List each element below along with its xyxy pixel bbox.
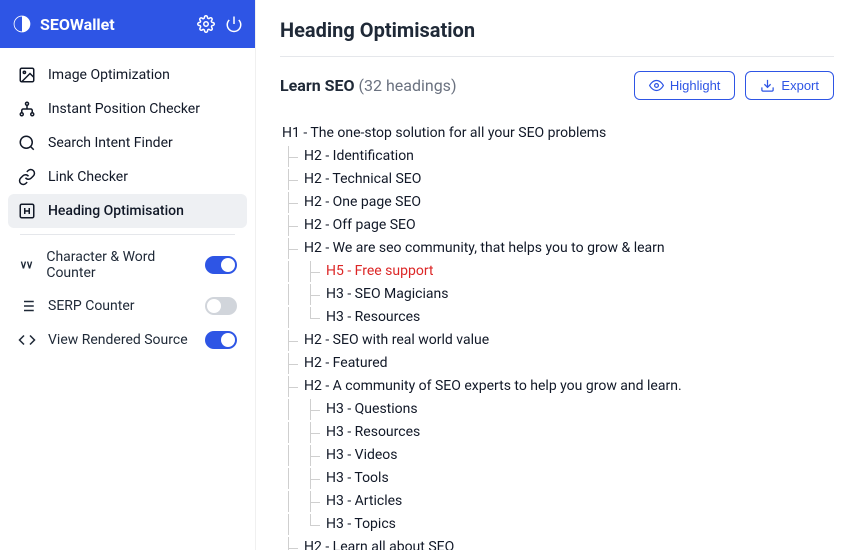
heading-label: H2 - A community of SEO experts to help … <box>302 376 682 397</box>
heading-label: H2 - Identification <box>302 146 414 167</box>
divider <box>280 56 834 57</box>
sidebar-item-link-checker[interactable]: Link Checker <box>8 160 247 194</box>
heading-row: H2 - Identification <box>280 145 834 168</box>
sidebar-header: SEOWallet <box>0 0 255 48</box>
heading-label: H3 - Topics <box>324 514 396 535</box>
toggle-switch[interactable] <box>205 331 237 349</box>
heading-row: H2 - We are seo community, that helps yo… <box>280 237 834 260</box>
heading-row: H3 - Videos <box>280 444 834 467</box>
export-button[interactable]: Export <box>745 71 834 100</box>
sidebar-item-position-checker[interactable]: Instant Position Checker <box>8 92 247 126</box>
link-icon <box>18 168 36 186</box>
sidebar: SEOWallet Image Optimization Instant Pos… <box>0 0 256 550</box>
brand-label: SEOWallet <box>40 15 115 34</box>
sidebar-toggle-rendered-source: View Rendered Source <box>8 323 247 357</box>
divider <box>20 234 235 235</box>
heading-label: H2 - We are seo community, that helps yo… <box>302 238 665 259</box>
heading-label: H2 - One page SEO <box>302 192 421 213</box>
sitemap-icon <box>18 100 36 118</box>
heading-label: H3 - Tools <box>324 468 389 489</box>
search-icon <box>18 134 36 152</box>
heading-label: H1 - The one-stop solution for all your … <box>280 123 606 144</box>
sidebar-item-label: Link Checker <box>48 169 128 185</box>
toggle-switch[interactable] <box>205 256 237 274</box>
heading-row: H3 - Topics <box>280 513 834 536</box>
heading-row: H1 - The one-stop solution for all your … <box>280 122 834 145</box>
list-icon <box>18 297 36 315</box>
button-group: Highlight Export <box>634 71 834 100</box>
sidebar-item-label: Instant Position Checker <box>48 101 200 117</box>
controls: Learn SEO (32 headings) Highlight Export <box>280 71 834 100</box>
highlight-button[interactable]: Highlight <box>634 71 736 100</box>
subheading: Learn SEO (32 headings) <box>280 76 457 95</box>
eye-icon <box>649 78 664 93</box>
heading-icon <box>18 202 36 220</box>
sidebar-item-search-intent[interactable]: Search Intent Finder <box>8 126 247 160</box>
nav: Image Optimization Instant Position Chec… <box>0 48 255 367</box>
heading-row: H2 - Learn all about SEO <box>280 536 834 550</box>
toggle-switch[interactable] <box>205 297 237 315</box>
counter-icon <box>18 256 34 274</box>
heading-row: H2 - One page SEO <box>280 191 834 214</box>
heading-row: H2 - A community of SEO experts to help … <box>280 375 834 398</box>
main: Heading Optimisation Learn SEO (32 headi… <box>256 0 858 550</box>
sidebar-toggle-char-word: Character & Word Counter <box>8 241 247 289</box>
download-icon <box>760 78 775 93</box>
heading-row: H2 - Technical SEO <box>280 168 834 191</box>
sidebar-toggle-serp: SERP Counter <box>8 289 247 323</box>
subtitle-count: (32 headings) <box>359 76 457 95</box>
heading-row: H2 - Off page SEO <box>280 214 834 237</box>
heading-row: H5 - Free support <box>280 260 834 283</box>
heading-label: H2 - SEO with real world value <box>302 330 489 351</box>
heading-label: H2 - Featured <box>302 353 388 374</box>
gear-icon[interactable] <box>197 15 215 33</box>
heading-row: H2 - Featured <box>280 352 834 375</box>
heading-row: H3 - Resources <box>280 421 834 444</box>
heading-row: H3 - Tools <box>280 467 834 490</box>
page-title: Heading Optimisation <box>280 18 834 42</box>
heading-label: H5 - Free support <box>324 261 433 282</box>
heading-row: H3 - SEO Magicians <box>280 283 834 306</box>
heading-label: H3 - Resources <box>324 307 420 328</box>
heading-label: H2 - Learn all about SEO <box>302 537 454 550</box>
heading-label: H2 - Technical SEO <box>302 169 421 190</box>
headings-tree: H1 - The one-stop solution for all your … <box>280 122 834 550</box>
heading-label: H3 - Questions <box>324 399 418 420</box>
heading-row: H3 - Articles <box>280 490 834 513</box>
logo-icon <box>12 14 32 34</box>
code-icon <box>18 331 36 349</box>
sidebar-item-label: Search Intent Finder <box>48 135 173 151</box>
heading-label: H2 - Off page SEO <box>302 215 416 236</box>
toggle-label: SERP Counter <box>48 298 135 314</box>
header-actions <box>197 15 243 33</box>
toggle-label: View Rendered Source <box>48 332 188 348</box>
heading-label: H3 - Videos <box>324 445 398 466</box>
heading-row: H3 - Questions <box>280 398 834 421</box>
power-icon[interactable] <box>225 15 243 33</box>
button-label: Export <box>781 78 819 93</box>
heading-row: H2 - SEO with real world value <box>280 329 834 352</box>
sidebar-item-label: Image Optimization <box>48 67 170 83</box>
heading-label: H3 - Articles <box>324 491 402 512</box>
heading-label: H3 - Resources <box>324 422 420 443</box>
sidebar-item-heading-optimisation[interactable]: Heading Optimisation <box>8 194 247 228</box>
heading-row: H3 - Resources <box>280 306 834 329</box>
sidebar-item-label: Heading Optimisation <box>48 203 184 219</box>
image-icon <box>18 66 36 84</box>
brand: SEOWallet <box>12 14 115 34</box>
heading-label: H3 - SEO Magicians <box>324 284 448 305</box>
button-label: Highlight <box>670 78 721 93</box>
toggle-label: Character & Word Counter <box>46 249 193 281</box>
sidebar-item-image-optimization[interactable]: Image Optimization <box>8 58 247 92</box>
subtitle-label: Learn SEO <box>280 76 355 95</box>
